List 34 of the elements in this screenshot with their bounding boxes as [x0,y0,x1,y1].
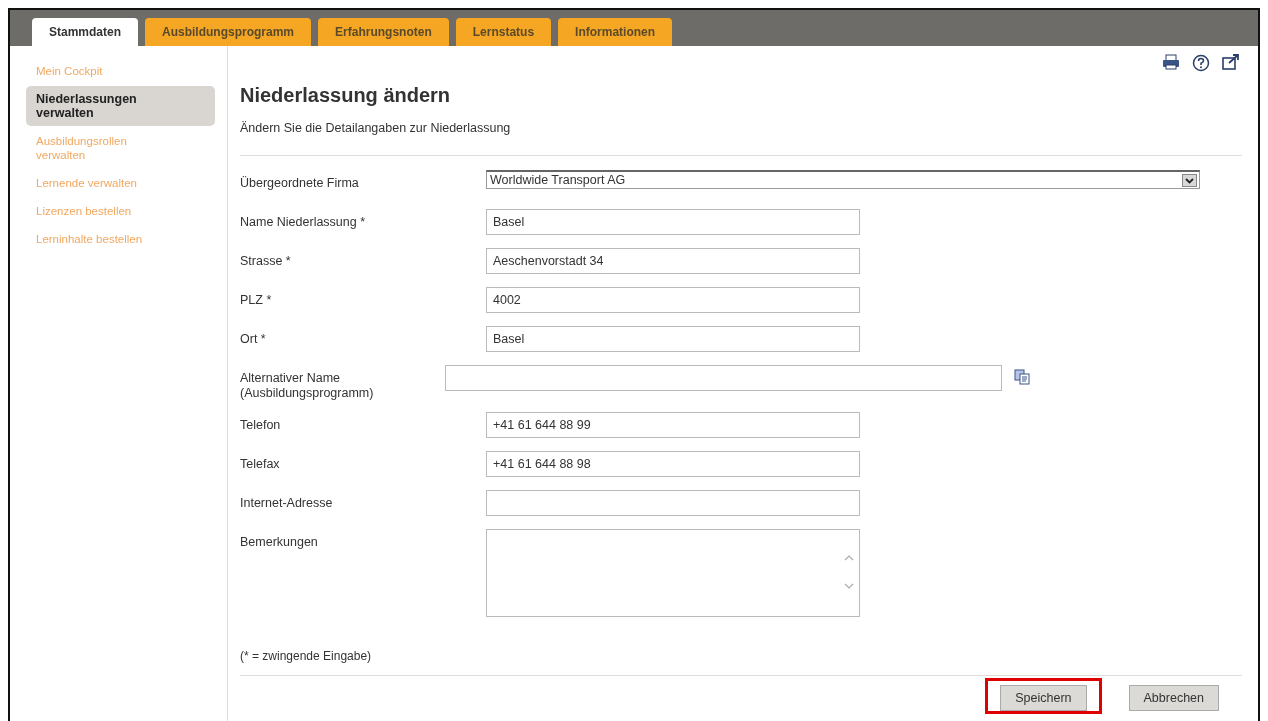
field-label: Internet-Adresse [240,495,334,511]
text-field[interactable]: Basel [486,209,860,235]
field-label: Ort * [240,331,267,347]
required-note: (* = zwingende Eingabe) [240,649,373,663]
form-button[interactable]: Abbrechen [1128,685,1219,711]
page-title: Niederlassung ändern [240,84,452,107]
print-icon[interactable] [1162,54,1180,70]
field-label: Name Niederlassung * [240,214,367,230]
page-subtitle: Ändern Sie die Detailangaben zur Niederlassung [240,121,512,135]
field-label: Strasse * [240,253,292,269]
field-label: Bemerkungen [240,534,319,550]
field-label: Telefax [240,456,281,472]
tab[interactable]: Stammdaten [32,18,139,46]
tab[interactable]: Erfahrungsnoten [318,18,449,46]
field-label: PLZ * [240,292,273,308]
field-label: Alternativer Name (Ausbildungsprogramm) [240,370,375,401]
copy-icon[interactable] [1014,369,1030,385]
text-field[interactable]: Aeschenvorstadt 34 [486,248,860,274]
help-icon[interactable] [1192,54,1210,72]
text-field[interactable]: +41 61 644 88 98 [486,451,860,477]
text-field[interactable]: Basel [486,326,860,352]
text-field[interactable] [445,365,1002,391]
text-field[interactable] [486,490,860,516]
tab[interactable]: Ausbildungsprogramm [145,18,312,46]
sidebar-item[interactable]: Niederlassungen verwalten [26,86,215,126]
text-field[interactable]: +41 61 644 88 99 [486,412,860,438]
tab[interactable]: Lernstatus [455,18,552,46]
company-dropdown[interactable]: Worldwide Transport AG [486,170,1200,189]
external-window-icon[interactable] [1222,54,1240,70]
field-label: Telefon [240,417,282,433]
text-field[interactable]: 4002 [486,287,860,313]
form-button[interactable]: Speichern [1000,685,1087,711]
tab[interactable]: Informationen [558,18,673,46]
field-label: Übergeordnete Firma [240,175,360,191]
